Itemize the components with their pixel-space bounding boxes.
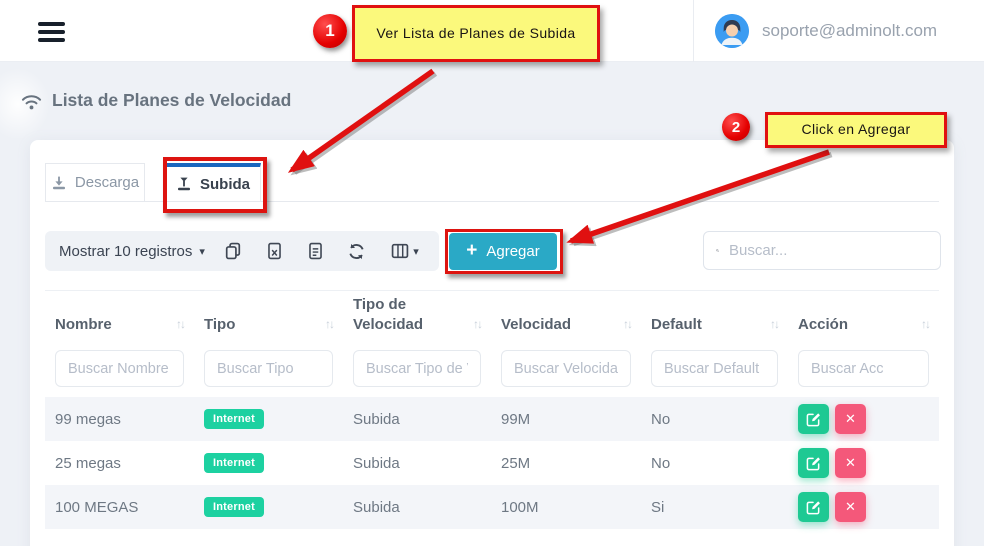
upload-icon xyxy=(176,176,192,192)
topbar: soporte@adminolt.com xyxy=(0,0,984,62)
sort-icon: ↑↓ xyxy=(770,317,778,334)
column-header-tipo[interactable]: Tipo↑↓ xyxy=(204,296,333,334)
download-icon xyxy=(51,175,67,191)
table-toolbar: Mostrar 10 registros ▾ xyxy=(45,231,439,271)
export-file-button[interactable] xyxy=(303,237,329,265)
status-badge: Internet xyxy=(204,453,264,473)
plans-card: Descarga Subida Mostrar 10 registros ▾ xyxy=(30,140,954,546)
filter-default-input[interactable] xyxy=(651,350,778,387)
filter-nombre-input[interactable] xyxy=(55,350,184,387)
close-icon: ✕ xyxy=(845,411,856,427)
tab-descarga[interactable]: Descarga xyxy=(45,163,145,201)
cell-nombre: 100 MEGAS xyxy=(45,485,194,529)
cell-velocidad: 100M xyxy=(491,485,641,529)
edit-button[interactable] xyxy=(798,492,829,522)
chevron-down-icon: ▾ xyxy=(199,245,205,258)
status-badge: Internet xyxy=(204,497,264,517)
filter-accion-input[interactable] xyxy=(798,350,929,387)
page-length-select[interactable]: Mostrar 10 registros ▾ xyxy=(59,243,205,260)
tab-subida-label: Subida xyxy=(200,176,250,193)
close-icon: ✕ xyxy=(845,455,856,471)
filter-velocidad-input[interactable] xyxy=(501,350,631,387)
agregar-button-label: Agregar xyxy=(486,243,539,260)
cell-tipo-velocidad: Subida xyxy=(343,441,491,485)
wifi-icon xyxy=(20,90,43,111)
menu-icon[interactable] xyxy=(38,22,65,46)
file-icon xyxy=(307,242,324,260)
sort-icon: ↑↓ xyxy=(325,317,333,334)
cell-tipo-velocidad: Subida xyxy=(343,397,491,441)
cell-tipo-velocidad: Subida xyxy=(343,485,491,529)
columns-icon xyxy=(391,242,409,260)
avatar xyxy=(715,14,749,48)
cell-velocidad: 25M xyxy=(491,441,641,485)
edit-button[interactable] xyxy=(798,404,829,434)
filter-tipo-velocidad-input[interactable] xyxy=(353,350,481,387)
column-visibility-button[interactable]: ▾ xyxy=(385,237,425,265)
plans-table: Nombre↑↓ Tipo↑↓ Tipo de Velocidad↑↓ Velo… xyxy=(45,290,939,529)
delete-button[interactable]: ✕ xyxy=(835,492,866,522)
app-screen: soporte@adminolt.com Lista de Planes de … xyxy=(0,0,984,546)
user-email: soporte@adminolt.com xyxy=(762,21,937,41)
search-input[interactable] xyxy=(729,242,928,259)
step-badge-2: 2 xyxy=(722,113,750,141)
chevron-down-icon: ▾ xyxy=(413,245,419,258)
table-row: 25 megas Internet Subida 25M No ✕ xyxy=(45,441,939,485)
table-row: 99 megas Internet Subida 99M No ✕ xyxy=(45,397,939,441)
column-header-accion[interactable]: Acción↑↓ xyxy=(798,296,929,334)
page-length-label: Mostrar 10 registros xyxy=(59,243,192,260)
filter-row xyxy=(45,344,939,397)
sort-icon: ↑↓ xyxy=(921,317,929,334)
column-header-velocidad[interactable]: Velocidad↑↓ xyxy=(501,296,631,334)
column-header-tipo-velocidad[interactable]: Tipo de Velocidad↑↓ xyxy=(353,295,481,334)
agregar-button[interactable]: + Agregar xyxy=(449,233,557,270)
tab-subida[interactable]: Subida xyxy=(165,163,261,201)
user-menu[interactable]: soporte@adminolt.com xyxy=(693,0,984,62)
delete-button[interactable]: ✕ xyxy=(835,404,866,434)
plus-icon: + xyxy=(466,241,477,260)
refresh-icon xyxy=(347,242,366,261)
search-icon xyxy=(716,242,719,259)
excel-file-icon xyxy=(266,242,283,260)
sort-icon: ↑↓ xyxy=(473,317,481,334)
cell-default: No xyxy=(641,397,788,441)
tab-descarga-label: Descarga xyxy=(75,174,139,191)
page-title-text: Lista de Planes de Velocidad xyxy=(52,90,291,111)
filter-tipo-input[interactable] xyxy=(204,350,333,387)
cell-default: No xyxy=(641,441,788,485)
copy-icon xyxy=(224,242,242,260)
delete-button[interactable]: ✕ xyxy=(835,448,866,478)
edit-icon xyxy=(806,412,821,427)
cell-nombre: 25 megas xyxy=(45,441,194,485)
column-header-default[interactable]: Default↑↓ xyxy=(651,296,778,334)
sort-icon: ↑↓ xyxy=(176,317,184,334)
sort-icon: ↑↓ xyxy=(623,317,631,334)
plans-table-wrap: Nombre↑↓ Tipo↑↓ Tipo de Velocidad↑↓ Velo… xyxy=(45,290,939,529)
edit-icon xyxy=(806,456,821,471)
page-title: Lista de Planes de Velocidad xyxy=(20,90,291,111)
edit-button[interactable] xyxy=(798,448,829,478)
cell-default: Si xyxy=(641,485,788,529)
column-header-nombre[interactable]: Nombre↑↓ xyxy=(55,296,184,334)
refresh-button[interactable] xyxy=(344,237,370,265)
table-row: 100 MEGAS Internet Subida 100M Si ✕ xyxy=(45,485,939,529)
search-box xyxy=(703,231,941,270)
edit-icon xyxy=(806,500,821,515)
tab-bar: Descarga Subida xyxy=(45,164,939,202)
copy-button[interactable] xyxy=(220,237,246,265)
cell-velocidad: 99M xyxy=(491,397,641,441)
header-row: Nombre↑↓ Tipo↑↓ Tipo de Velocidad↑↓ Velo… xyxy=(45,291,939,345)
cell-nombre: 99 megas xyxy=(45,397,194,441)
avatar-icon xyxy=(715,14,749,48)
close-icon: ✕ xyxy=(845,499,856,515)
status-badge: Internet xyxy=(204,409,264,429)
export-excel-button[interactable] xyxy=(261,237,287,265)
